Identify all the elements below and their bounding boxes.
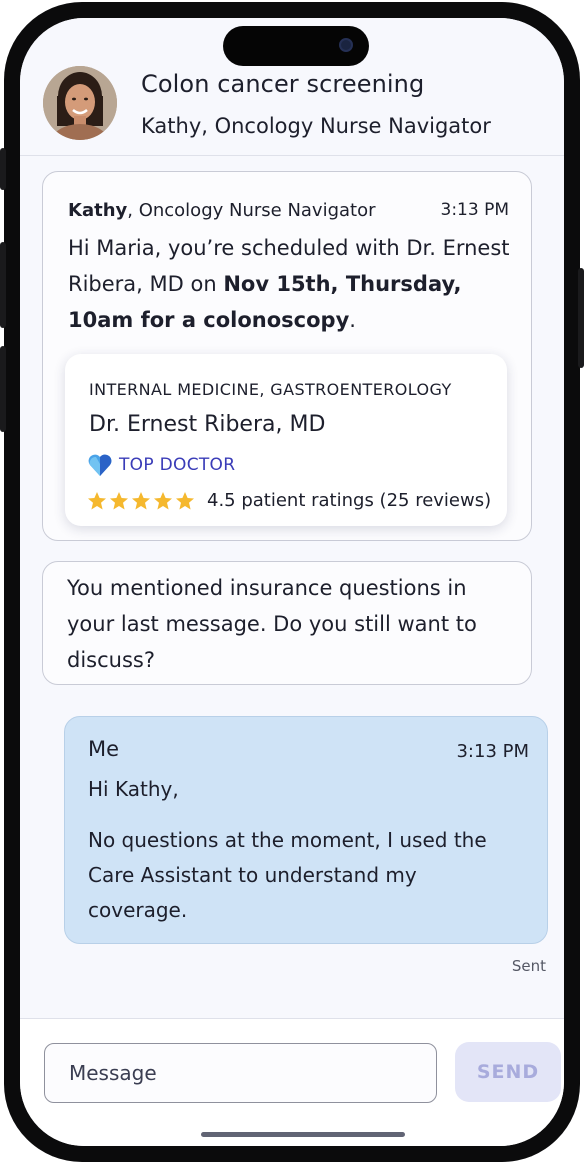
star-icon (110, 491, 128, 509)
rating: 4.5 patient ratings (25 reviews) (87, 490, 491, 511)
screen: Colon cancer screening Kathy, Oncology N… (20, 18, 564, 1146)
message-sender: Kathy, Oncology Nurse Navigator (68, 200, 376, 221)
star-icon (88, 491, 106, 509)
rating-text: 4.5 patient ratings (25 reviews) (207, 490, 492, 511)
top-doctor-heart-icon (88, 454, 112, 476)
message-status: Sent (511, 957, 546, 975)
my-message-text: No questions at the moment, I used the C… (88, 828, 487, 922)
message-text-end: . (349, 308, 356, 332)
mute-switch (0, 148, 6, 190)
composer: SEND (20, 1018, 564, 1146)
my-sender-name: Me (88, 737, 120, 761)
power-button (578, 268, 584, 368)
message-text: Hi Maria, you’re scheduled with Dr. Erne… (68, 230, 518, 338)
dynamic-island (223, 26, 369, 66)
badge-label: TOP DOCTOR (119, 455, 236, 475)
star-icon (132, 491, 150, 509)
sender-role: , Oncology Nurse Navigator (127, 200, 376, 221)
message-input[interactable] (44, 1043, 437, 1103)
doctor-card[interactable]: INTERNAL MEDICINE, GASTROENTEROLOGY Dr. … (65, 354, 507, 526)
camera-icon (339, 38, 353, 52)
avatar[interactable] (43, 66, 117, 140)
top-doctor-badge: TOP DOCTOR (87, 452, 235, 478)
page-title: Colon cancer screening (141, 70, 425, 98)
send-button[interactable]: SEND (455, 1042, 561, 1102)
avatar-portrait-icon (43, 66, 117, 140)
message-text: You mentioned insurance questions in you… (67, 576, 477, 672)
star-icon (176, 491, 194, 509)
message-time: 3:13 PM (440, 200, 510, 220)
my-message-bubble: Me 3:13 PM Hi Kathy, No questions at the… (64, 716, 548, 944)
my-message-time: 3:13 PM (456, 741, 529, 762)
star-icon (154, 491, 172, 509)
message-bubble-insurance: You mentioned insurance questions in you… (42, 561, 532, 685)
phone-frame: Colon cancer screening Kathy, Oncology N… (0, 2, 584, 1162)
volume-down-button (0, 346, 6, 432)
home-indicator[interactable] (201, 1132, 405, 1137)
doctor-name: Dr. Ernest Ribera, MD (89, 412, 326, 437)
sender-name: Kathy (68, 200, 128, 221)
message-bubble-appointment: Kathy, Oncology Nurse Navigator 3:13 PM … (42, 171, 532, 541)
my-message-greeting: Hi Kathy, (88, 777, 179, 801)
doctor-specialty: INTERNAL MEDICINE, GASTROENTEROLOGY (89, 380, 452, 399)
page-subtitle: Kathy, Oncology Nurse Navigator (141, 114, 491, 138)
volume-up-button (0, 242, 6, 328)
